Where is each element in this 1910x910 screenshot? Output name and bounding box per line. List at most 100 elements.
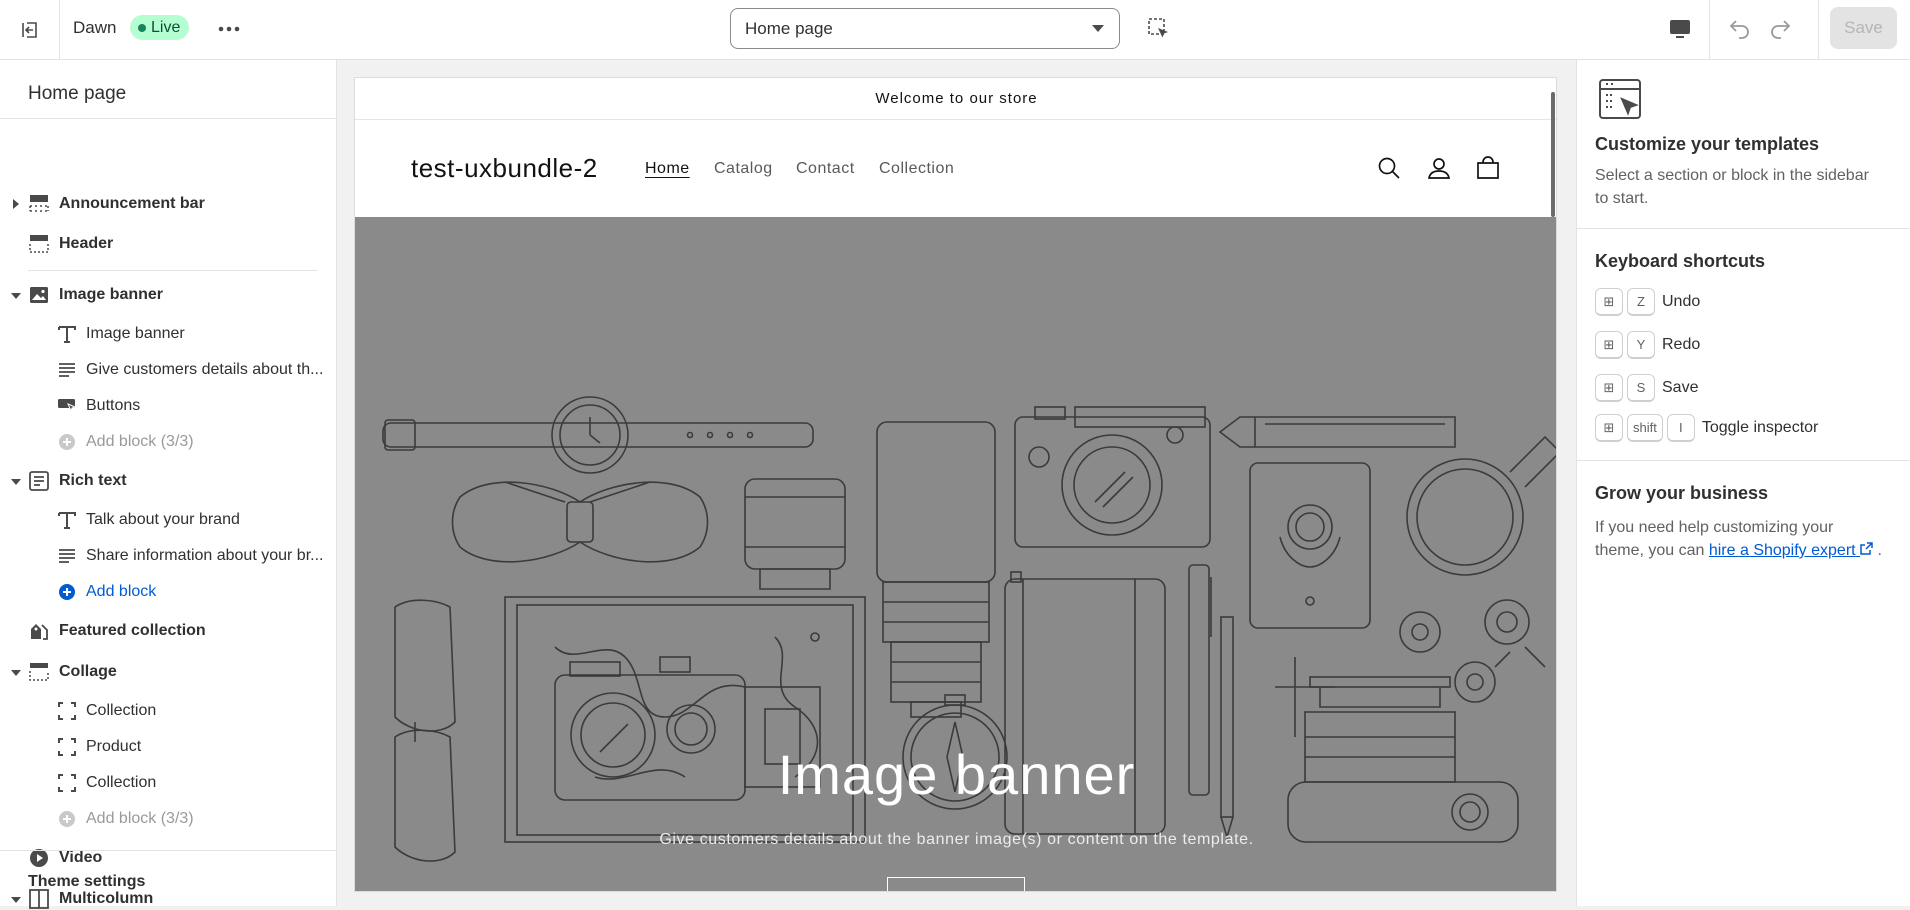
redo-button[interactable] [1765, 13, 1795, 43]
block-heading[interactable]: Talk about your brand [0, 503, 336, 537]
block-collection[interactable]: Collection [0, 766, 336, 800]
customize-template-icon [1599, 79, 1641, 119]
inspector-cursor-icon [1148, 18, 1168, 38]
add-block-label: Add block [86, 583, 157, 600]
shortcut-label: Undo [1662, 293, 1701, 310]
shortcut-key: I [1666, 414, 1695, 442]
divider [1709, 0, 1710, 59]
divider [1577, 228, 1910, 229]
desktop-preview-button[interactable] [1664, 15, 1696, 43]
image-icon [28, 284, 50, 306]
announcement-bar-icon [28, 193, 50, 215]
block-label: Talk about your brand [86, 511, 240, 528]
section-video[interactable]: Video [0, 841, 336, 875]
shortcut-key: S [1627, 374, 1655, 402]
block-text[interactable]: Give customers details about th... [0, 353, 336, 387]
account-icon[interactable] [1425, 154, 1453, 182]
block-collection[interactable]: Collection [0, 694, 336, 728]
windows-key-icon: ⊞ [1595, 374, 1623, 402]
store-logo-text[interactable]: test-uxbundle-2 [411, 153, 598, 184]
exit-button[interactable] [0, 0, 60, 59]
more-actions-button[interactable] [216, 18, 242, 40]
chevron-down-icon[interactable] [11, 479, 21, 485]
top-bar: Dawn Live Home page Save [0, 0, 1910, 60]
shortcut-label: Save [1662, 379, 1699, 396]
section-label: Collage [59, 663, 117, 680]
shortcut-undo: ⊞ Z Undo [1595, 287, 1700, 317]
grow-text-end: . [1873, 542, 1882, 559]
banner-button[interactable] [887, 877, 1025, 891]
add-block-button[interactable]: Add block (3/3) [0, 425, 336, 459]
customize-text: Select a section or block in the sidebar… [1595, 167, 1869, 207]
add-block-button[interactable]: Add block [0, 575, 336, 609]
chevron-down-icon[interactable] [11, 670, 21, 676]
frame-icon [56, 700, 78, 722]
section-featured-collection[interactable]: Featured collection [0, 614, 336, 648]
inspector-toggle-button[interactable] [1145, 15, 1173, 43]
storefront-preview[interactable]: Welcome to our store test-uxbundle-2 Hom… [354, 77, 1557, 892]
section-label: Image banner [59, 286, 164, 303]
section-label: Featured collection [59, 622, 206, 639]
chevron-down-icon[interactable] [11, 897, 21, 903]
save-button[interactable]: Save [1830, 7, 1897, 49]
live-status-badge: Live [130, 15, 190, 40]
announcement-bar[interactable]: Welcome to our store [355, 78, 1556, 120]
rich-text-icon [28, 470, 50, 492]
image-banner-section[interactable]: Image banner Give customers details abou… [355, 217, 1556, 891]
text-heading-icon [56, 509, 78, 531]
text-paragraph-icon [56, 545, 78, 567]
help-panel: Customize your templates Select a sectio… [1576, 60, 1910, 906]
frame-icon [56, 772, 78, 794]
nav-link-collection[interactable]: Collection [879, 160, 954, 178]
shortcut-label: Toggle inspector [1701, 419, 1819, 436]
grow-text: If you need help customizing your theme,… [1595, 516, 1885, 562]
section-label: Multicolumn [59, 890, 154, 907]
columns-icon [28, 888, 50, 910]
grow-heading: Grow your business [1595, 483, 1769, 503]
search-icon[interactable] [1375, 154, 1403, 182]
shortcuts-heading: Keyboard shortcuts [1595, 251, 1766, 271]
block-label: Collection [86, 702, 157, 719]
theme-name: Dawn [73, 18, 117, 37]
block-label: Product [86, 738, 142, 755]
block-text[interactable]: Share information about your br... [0, 539, 336, 573]
shortcut-redo: ⊞ Y Redo [1595, 330, 1700, 360]
block-buttons[interactable]: Buttons [0, 389, 336, 423]
theme-settings-link[interactable]: Theme settings [28, 873, 145, 891]
windows-key-icon: ⊞ [1595, 414, 1623, 442]
nav-link-contact[interactable]: Contact [796, 160, 855, 178]
section-collage[interactable]: Collage [0, 655, 336, 689]
add-block-label: Add block (3/3) [86, 433, 194, 450]
preview-scrollbar[interactable] [1551, 92, 1555, 217]
add-block-button[interactable]: Add block (3/3) [0, 802, 336, 836]
template-select[interactable]: Home page [730, 8, 1120, 49]
store-header[interactable]: test-uxbundle-2 Home Catalog Contact Col… [355, 120, 1556, 217]
external-link-icon [1860, 542, 1873, 555]
section-header[interactable]: Header [0, 227, 336, 261]
block-heading[interactable]: Image banner [0, 317, 336, 351]
undo-button[interactable] [1725, 13, 1755, 43]
customize-heading: Customize your templates [1595, 134, 1820, 154]
template-select-value: Home page [745, 18, 833, 38]
redo-icon [1771, 20, 1791, 39]
banner-subheading: Give customers details about the banner … [659, 831, 1254, 848]
section-label: Header [59, 235, 114, 252]
section-announcement-bar[interactable]: Announcement bar [0, 187, 336, 221]
header-icon [28, 233, 50, 255]
divider [0, 850, 336, 851]
chevron-down-icon[interactable] [11, 293, 21, 299]
chevron-right-icon[interactable] [13, 199, 19, 209]
section-label: Rich text [59, 472, 127, 489]
block-label: Collection [86, 774, 157, 791]
section-image-banner[interactable]: Image banner [0, 278, 336, 312]
block-product[interactable]: Product [0, 730, 336, 764]
section-rich-text[interactable]: Rich text [0, 464, 336, 498]
undo-icon [1729, 20, 1749, 39]
divider [1818, 0, 1819, 59]
shortcut-label: Redo [1662, 336, 1701, 353]
nav-link-catalog[interactable]: Catalog [714, 160, 773, 178]
hire-expert-link[interactable]: hire a Shopify expert [1709, 542, 1873, 559]
button-icon [56, 395, 78, 417]
cart-icon[interactable] [1474, 154, 1502, 182]
nav-link-home[interactable]: Home [645, 160, 690, 178]
